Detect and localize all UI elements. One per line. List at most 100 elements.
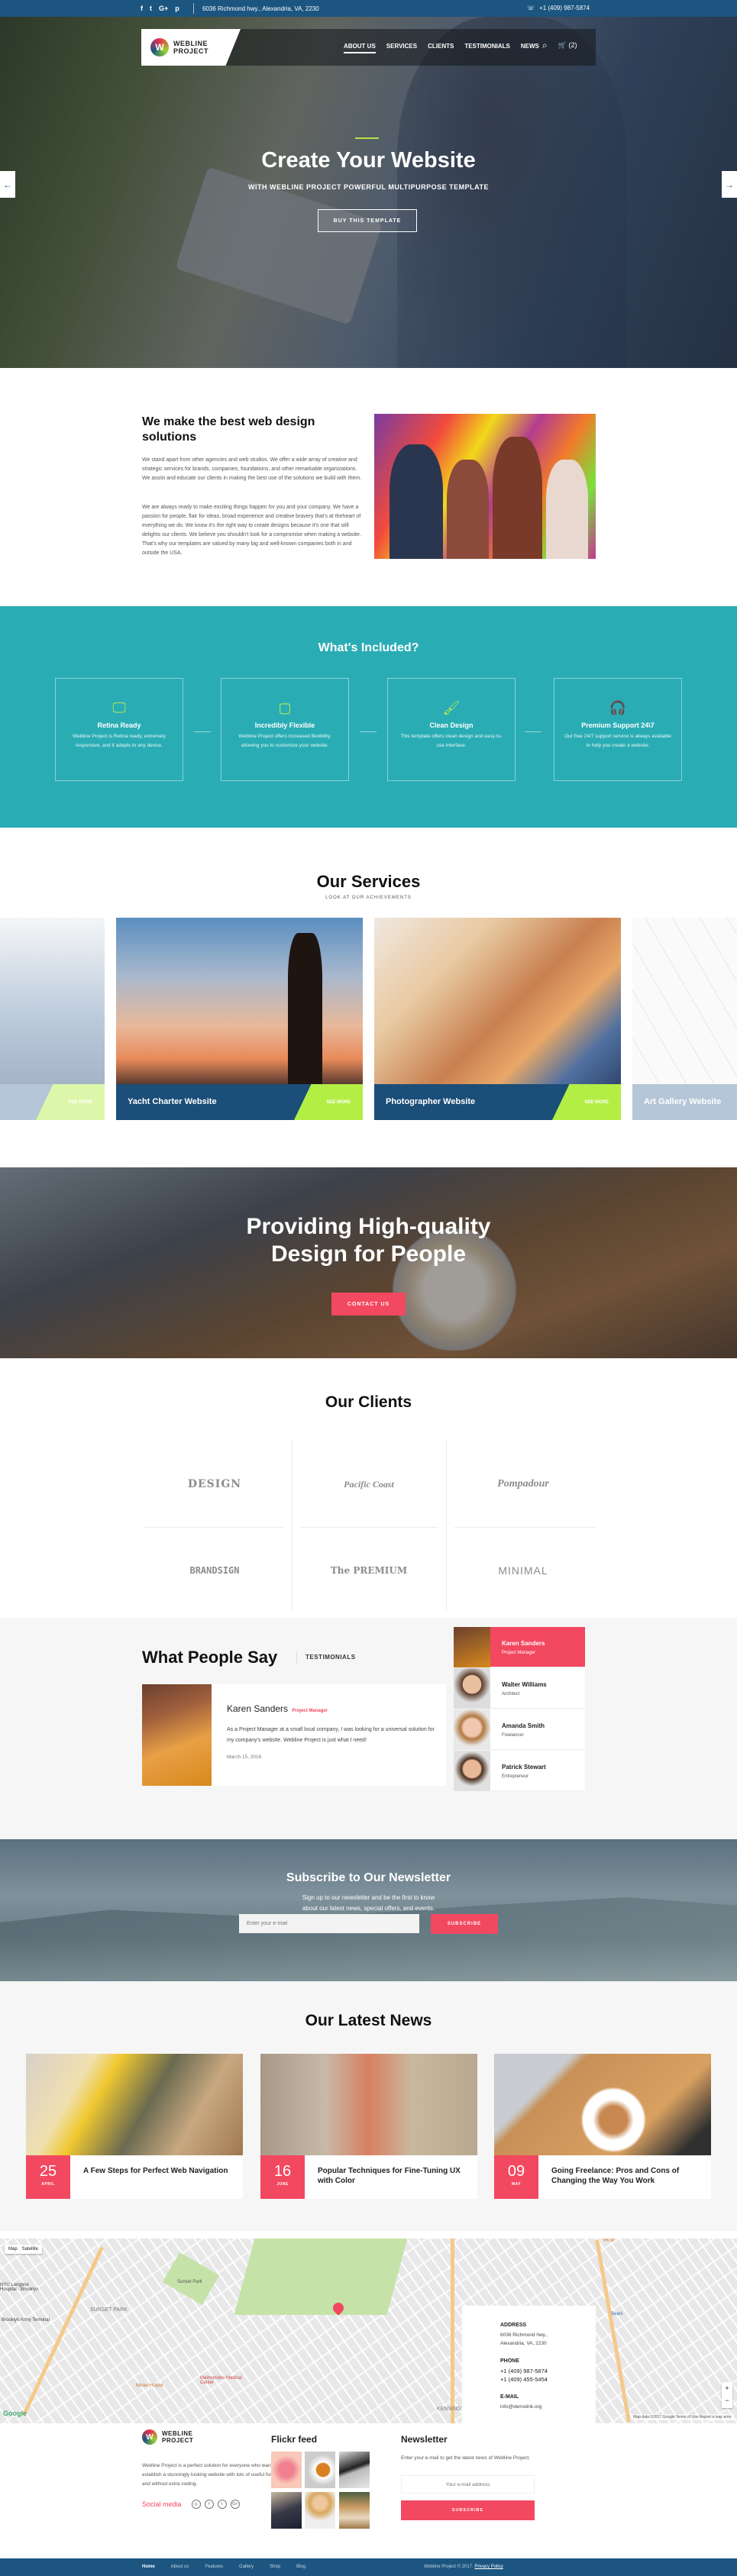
news-headline[interactable]: Popular Techniques for Fine-Tuning UX wi… — [318, 2166, 470, 2186]
testimonial-date: March 15, 2016 — [227, 1754, 262, 1760]
google-plus-icon[interactable]: G+ — [159, 5, 168, 12]
map-label: NYU Langone Hospital - Brooklyn — [0, 2283, 39, 2292]
service-card[interactable]: Yacht Charter Website SEE MORE — [116, 918, 363, 1120]
search-icon[interactable]: ⌕ — [542, 40, 548, 51]
logo-line1: WEBLINE — [173, 40, 208, 47]
slider-prev-button[interactable]: ← — [0, 171, 15, 198]
map-label: Sears — [611, 2312, 623, 2316]
feature-title: Retina Ready — [97, 721, 141, 729]
cta-title: Providing High-quality Design for People — [246, 1214, 491, 1267]
news-headline[interactable]: A Few Steps for Perfect Web Navigation — [83, 2166, 236, 2176]
newsletter-email-input[interactable] — [239, 1914, 419, 1933]
flickr-thumb[interactable] — [305, 2492, 335, 2529]
slider-next-button[interactable]: → — [722, 171, 737, 198]
news-date: 09 MAY — [494, 2155, 538, 2199]
footer-social: Social media ◎ f t G+ — [142, 2500, 240, 2509]
subscribe-button[interactable]: SUBSCRIBE — [431, 1914, 498, 1934]
footer-link-blog[interactable]: Blog — [296, 2565, 305, 2569]
news-headline[interactable]: Going Freelance: Pros and Cons of Changi… — [551, 2166, 704, 2186]
service-card[interactable]: SEE MORE — [0, 918, 105, 1120]
footer-link-gallery[interactable]: Gallery — [239, 2565, 254, 2569]
cart-button[interactable]: 🛒 (2) — [558, 41, 577, 50]
topbar-address: 6036 Richmond hwy., Alexandria, VA, 2230 — [202, 5, 319, 12]
map-type-map[interactable]: Map — [8, 2247, 18, 2252]
services-subtitle: LOOK AT OUR ACHIEVEMENTS — [325, 896, 412, 900]
brush-icon: 🖌 — [442, 700, 461, 715]
avatar — [454, 1627, 490, 1667]
facebook-icon[interactable]: f — [141, 5, 143, 12]
topbar-phone[interactable]: ☏ +1 (409) 987-5874 — [527, 5, 590, 11]
service-card[interactable]: Art Gallery Website — [632, 918, 737, 1120]
nav-testimonials[interactable]: TESTIMONIALS — [464, 43, 510, 53]
footer-subscribe-button[interactable]: SUBSCRIBE — [401, 2500, 535, 2520]
nav-clients[interactable]: CLIENTS — [428, 43, 454, 53]
news-card[interactable]: 16 JUNE Popular Techniques for Fine-Tunin… — [260, 2054, 477, 2199]
footer-link-shop[interactable]: Shop — [270, 2565, 280, 2569]
map-label: Maimonides Medical Center — [200, 2376, 242, 2385]
feature-desc: Webline Project is Retina ready, extreme… — [73, 734, 166, 748]
client-logo[interactable]: BRANDSIGN — [142, 1532, 287, 1609]
google-map[interactable]: Map Satellite SUNSET PARK Sunset Park KE… — [0, 2239, 737, 2423]
topbar-phone-number[interactable]: +1 (409) 987-5874 — [539, 5, 590, 11]
testimonial-name: Karen Sanders — [227, 1703, 289, 1714]
testimonial-person-item[interactable]: Amanda Smith Freelancer — [454, 1709, 585, 1750]
footer-link-features[interactable]: Features — [205, 2565, 223, 2569]
nav-about-us[interactable]: ABOUT US — [344, 43, 376, 53]
testimonial-person-item[interactable]: Patrick Stewart Entrepreneur — [454, 1751, 585, 1791]
service-card[interactable]: Photographer Website SEE MORE — [374, 918, 621, 1120]
map-type-satellite[interactable]: Satellite — [22, 2247, 38, 2252]
nav-services[interactable]: SERVICES — [386, 43, 417, 53]
services-title: Our Services — [316, 872, 421, 891]
flickr-thumb[interactable] — [339, 2452, 370, 2488]
zoom-out-button[interactable]: − — [722, 2394, 732, 2407]
flickr-thumb[interactable] — [271, 2452, 302, 2488]
testimonial-person-item[interactable]: Walter Williams Architect — [454, 1668, 585, 1709]
feature-card: ▢ Incredibly Flexible Webline Project of… — [221, 678, 349, 781]
twitter-icon[interactable]: t — [217, 2500, 227, 2509]
pinterest-icon[interactable]: p — [175, 5, 179, 12]
map-attribution[interactable]: Map data ©2017 Google Terms of Use Repor… — [631, 2414, 734, 2420]
news-image — [260, 2054, 477, 2155]
facebook-icon[interactable]: f — [204, 2500, 214, 2509]
arrow-left-icon: ← — [3, 179, 12, 190]
client-logo[interactable]: Pacific Coast — [296, 1446, 441, 1522]
footer-email-input[interactable] — [401, 2475, 535, 2494]
contact-phone[interactable]: +1 (409) 455-5454 — [500, 2375, 596, 2384]
contact-email[interactable]: info@demolink.org — [500, 2403, 596, 2411]
footer-link-about[interactable]: About us — [171, 2565, 189, 2569]
footer-newsletter-text: Enter your e-mail to get the latest news… — [401, 2455, 530, 2461]
flickr-thumb[interactable] — [305, 2452, 335, 2488]
main-nav: ABOUT US SERVICES CLIENTS TESTIMONIALS N… — [344, 43, 539, 53]
testimonials-tab[interactable]: TESTIMONIALS — [305, 1654, 356, 1661]
news-card[interactable]: 09 MAY Going Freelance: Pros and Cons of … — [494, 2054, 711, 2199]
client-logo[interactable]: MINIMAL — [451, 1532, 596, 1609]
buy-template-button[interactable]: BUY THIS TEMPLATE — [318, 209, 417, 232]
footer-logo[interactable]: W WEBLINE PROJECT — [142, 2429, 193, 2445]
topbar-social-links: f t G+ p — [141, 5, 179, 12]
map-zoom-control: + − — [722, 2382, 732, 2408]
zoom-in-button[interactable]: + — [722, 2382, 732, 2394]
footer: W WEBLINE PROJECT Webline Project is a p… — [0, 2423, 737, 2554]
footer-link-home[interactable]: Home — [142, 2565, 155, 2569]
contact-us-button[interactable]: CONTACT US — [331, 1293, 406, 1315]
logo[interactable]: W WEBLINE PROJECT — [141, 29, 241, 66]
instagram-icon[interactable]: ◎ — [191, 2500, 201, 2509]
map-label: Sunset Park — [177, 2280, 202, 2284]
client-logo[interactable]: DESIGN — [142, 1446, 287, 1522]
contact-phone[interactable]: +1 (409) 987-5874 — [500, 2367, 596, 2375]
flickr-thumb[interactable] — [271, 2492, 302, 2529]
feature-card: 🖌 Clean Design This template offers clea… — [387, 678, 516, 781]
privacy-policy-link[interactable]: Privacy Policy — [474, 2565, 503, 2569]
news-card[interactable]: 25 APRIL A Few Steps for Perfect Web Navi… — [26, 2054, 243, 2199]
flickr-thumb[interactable] — [339, 2492, 370, 2529]
client-logo[interactable]: The PREMIUM — [296, 1532, 441, 1609]
nav-news[interactable]: NEWS — [521, 43, 539, 53]
twitter-icon[interactable]: t — [150, 5, 152, 12]
testimonials-section: What People Say TESTIMONIALS Karen Sande… — [0, 1618, 737, 1839]
testimonial-person-item[interactable]: Karen Sanders Project Manager — [454, 1627, 585, 1667]
social-media-label: Social media — [142, 2500, 182, 2508]
hero-accent-line — [355, 137, 379, 139]
featured-testimonial: Karen Sanders Project Manager As a Proje… — [142, 1684, 446, 1786]
google-plus-icon[interactable]: G+ — [230, 2500, 240, 2509]
client-logo[interactable]: Pompadour — [451, 1446, 596, 1522]
